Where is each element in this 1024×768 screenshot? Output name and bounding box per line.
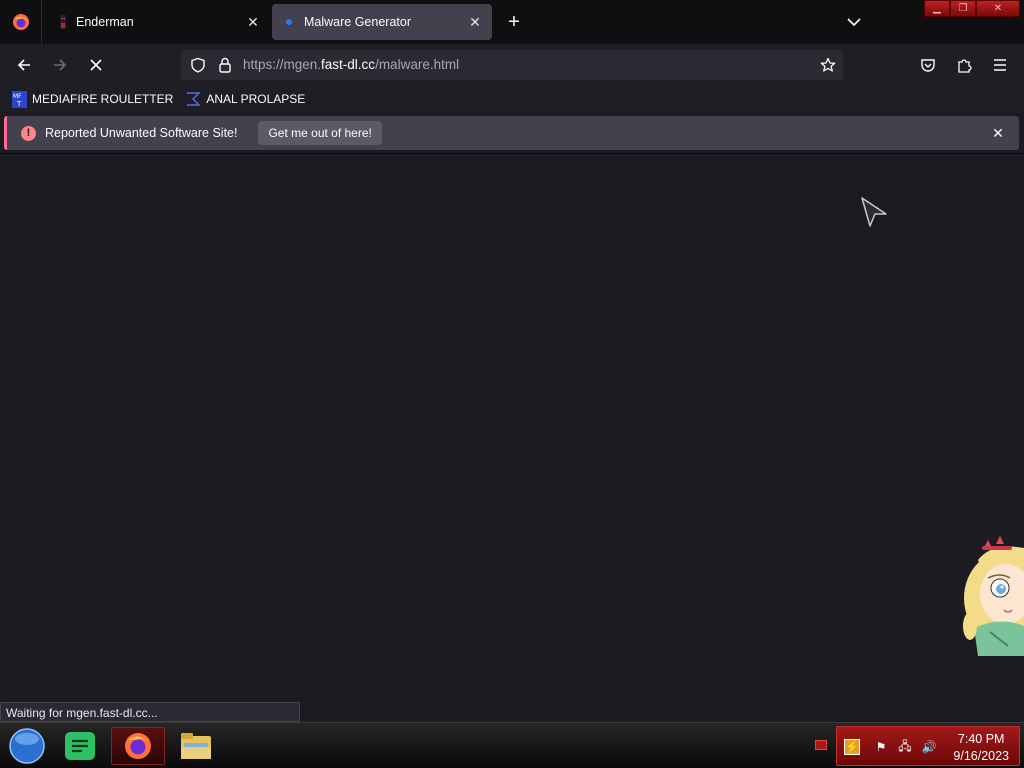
stop-loading-x-icon[interactable] <box>83 52 109 78</box>
show-hidden-icons-button[interactable] <box>815 740 827 750</box>
svg-text:T: T <box>16 100 22 108</box>
maximize-button[interactable]: ❐ <box>950 0 976 17</box>
volume-speaker-icon[interactable]: 🔊 <box>921 739 937 755</box>
start-orb-icon <box>9 728 45 764</box>
notes-app-icon <box>65 732 95 760</box>
mouse-cursor-icon <box>861 197 887 227</box>
bookmark-label: ANAL PROLAPSE <box>206 92 306 106</box>
tray-app-icon[interactable]: ⚡ <box>844 739 860 755</box>
url-host: fast-dl.cc <box>321 57 376 72</box>
firefox-icon <box>12 14 29 30</box>
loading-dot-icon <box>286 19 292 25</box>
bookmark-label: MEDIAFIRE ROULETTER <box>32 92 174 106</box>
tab-strip: Enderman ✕ Malware Generator ✕ + ▁ ❐ ✕ <box>0 0 1024 44</box>
clock-time: 7:40 PM <box>957 732 1005 746</box>
hamburger-menu-icon[interactable] <box>987 52 1013 78</box>
list-all-tabs-chevron-down-icon[interactable] <box>842 10 866 34</box>
page-content-area[interactable] <box>0 154 1024 720</box>
pocket-icon[interactable] <box>915 52 941 78</box>
bookmark-sigma-icon <box>187 92 202 106</box>
taskbar: ⚡ ⚑ 🖧 🔊 7:40 PM 9/16/2023 <box>0 722 1024 768</box>
action-center-flag-icon[interactable]: ⚑ <box>873 739 889 755</box>
tab-title: Enderman <box>76 15 134 29</box>
new-tab-plus-icon[interactable]: + <box>502 10 526 34</box>
tab-malware-generator[interactable]: Malware Generator ✕ <box>272 4 492 40</box>
notification-message: Reported Unwanted Software Site! <box>45 126 238 140</box>
firefox-view-button[interactable] <box>0 0 42 44</box>
warning-exclamation-icon: ! <box>21 125 36 141</box>
taskbar-firefox[interactable] <box>111 727 165 765</box>
status-panel: Waiting for mgen.fast-dl.cc... <box>0 702 300 722</box>
clock-date: 9/16/2023 <box>953 749 1009 763</box>
taskbar-file-explorer[interactable] <box>169 727 223 765</box>
start-orb-button[interactable] <box>0 727 54 765</box>
minimize-button[interactable]: ▁ <box>924 0 950 17</box>
navigation-toolbar: https://mgen.fast-dl.cc/malware.html <box>0 44 1024 86</box>
url-text[interactable]: https://mgen.fast-dl.cc/malware.html <box>243 57 459 72</box>
bookmark-star-icon[interactable] <box>820 57 836 73</box>
tab-title: Malware Generator <box>304 15 411 29</box>
bookmark-item-second[interactable]: ANAL PROLAPSE <box>185 91 305 107</box>
bookmark-item-mediafire[interactable]: MF T MEDIAFIRE ROULETTER <box>12 90 174 108</box>
get-me-out-button[interactable]: Get me out of here! <box>258 121 382 145</box>
mediafire-icon: MF T <box>12 90 27 108</box>
back-arrow-icon[interactable] <box>11 52 37 78</box>
tab-close-icon[interactable]: ✕ <box>242 11 264 33</box>
url-prefix: https://mgen. <box>243 57 322 72</box>
clock[interactable]: 7:40 PM 9/16/2023 <box>953 731 1009 765</box>
tab-close-icon[interactable]: ✕ <box>464 11 486 33</box>
lock-icon[interactable] <box>218 57 232 73</box>
enderman-tab-favicon-icon <box>60 15 66 29</box>
url-bar[interactable]: https://mgen.fast-dl.cc/malware.html <box>181 50 843 80</box>
anime-mascot-character <box>963 536 1024 656</box>
close-window-button[interactable]: ✕ <box>976 0 1020 17</box>
window-controls: ▁ ❐ ✕ <box>924 0 1020 18</box>
svg-text:MF: MF <box>13 93 22 100</box>
bookmarks-toolbar: MF T MEDIAFIRE ROULETTER ANAL PROLAPSE <box>0 86 1024 112</box>
notification-close-icon[interactable]: ✕ <box>989 124 1007 142</box>
forward-arrow-icon[interactable] <box>47 52 73 78</box>
extensions-puzzle-icon[interactable] <box>951 52 977 78</box>
network-icon[interactable]: 🖧 <box>897 739 913 755</box>
taskbar-notes-app[interactable] <box>53 727 107 765</box>
system-tray: ⚡ ⚑ 🖧 🔊 7:40 PM 9/16/2023 <box>836 726 1020 766</box>
unwanted-software-notification-bar: ! Reported Unwanted Software Site! Get m… <box>4 116 1019 150</box>
firefox-icon <box>125 733 151 759</box>
url-path: /malware.html <box>375 57 460 72</box>
tab-enderman[interactable]: Enderman ✕ <box>48 4 270 40</box>
folder-icon <box>181 733 211 759</box>
tracking-protection-shield-icon[interactable] <box>190 57 206 73</box>
